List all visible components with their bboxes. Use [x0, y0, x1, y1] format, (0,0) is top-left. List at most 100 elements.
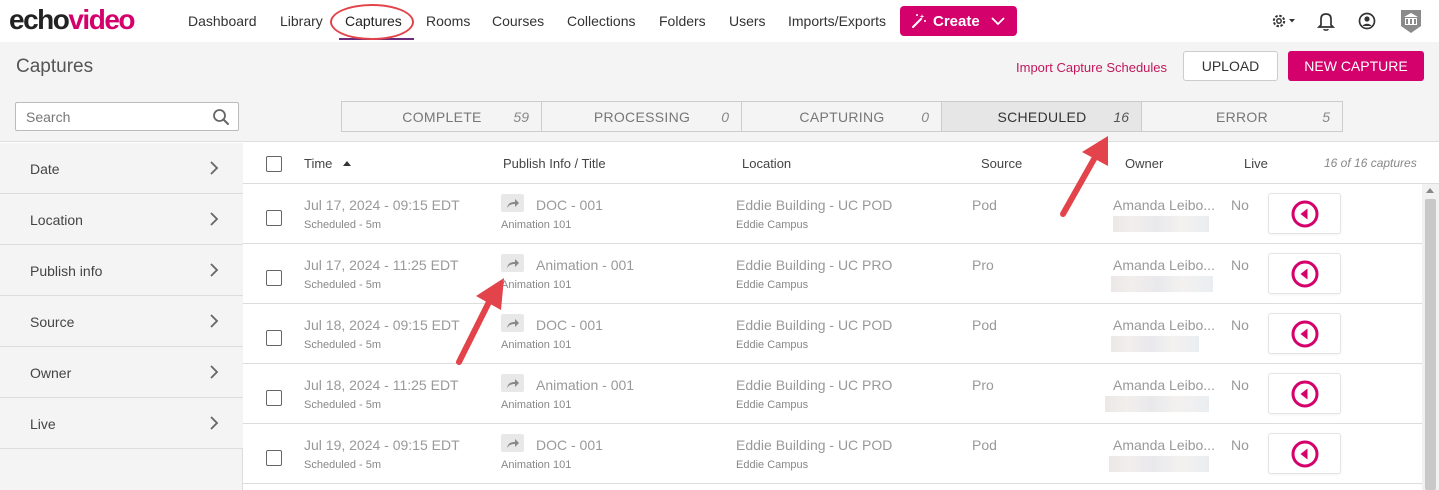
- redacted-owner-email: [1109, 456, 1209, 472]
- filter-label: Publish info: [30, 263, 103, 279]
- status-tab-complete[interactable]: COMPLETE 59: [342, 102, 542, 131]
- create-label: Create: [933, 12, 980, 30]
- filter-label: Owner: [30, 365, 72, 381]
- share-icon[interactable]: [501, 194, 524, 212]
- nav-dashboard[interactable]: Dashboard: [188, 13, 257, 29]
- capture-location: Eddie Building - UC POD: [736, 437, 893, 453]
- filter-location[interactable]: Location: [0, 194, 243, 245]
- capture-campus: Eddie Campus: [736, 459, 809, 471]
- chevron-right-icon: [210, 365, 219, 379]
- row-checkbox[interactable]: [266, 270, 282, 286]
- table-scrollbar[interactable]: [1422, 184, 1439, 490]
- chevron-right-icon: [210, 416, 219, 430]
- status-tab-scheduled[interactable]: SCHEDULED 16: [942, 102, 1142, 131]
- play-back-icon: [1291, 260, 1318, 287]
- share-icon[interactable]: [501, 374, 524, 392]
- row-checkbox[interactable]: [266, 390, 282, 406]
- filter-live[interactable]: Live: [0, 398, 243, 449]
- status-tab-label: PROCESSING: [593, 109, 691, 125]
- row-checkbox[interactable]: [266, 450, 282, 466]
- share-icon[interactable]: [501, 254, 524, 272]
- filter-sidebar: Date Location Publish info Source Owner …: [0, 143, 243, 490]
- capture-scheduled: Scheduled - 5m: [304, 459, 382, 471]
- status-tab-error[interactable]: ERROR 5: [1142, 102, 1342, 131]
- status-tab-processing[interactable]: PROCESSING 0: [542, 102, 742, 131]
- nav-users[interactable]: Users: [729, 13, 766, 29]
- capture-location: Eddie Building - UC POD: [736, 317, 893, 333]
- status-tab-capturing[interactable]: CAPTURING 0: [742, 102, 942, 131]
- column-location[interactable]: Location: [742, 156, 791, 171]
- search-input[interactable]: [26, 108, 206, 126]
- play-back-icon: [1291, 380, 1318, 407]
- table-row[interactable]: Jul 17, 2024 - 11:25 EDT Scheduled - 5m …: [243, 244, 1422, 304]
- capture-live: No: [1231, 377, 1249, 393]
- filter-date[interactable]: Date: [0, 143, 243, 194]
- status-tab-label: COMPLETE: [402, 109, 482, 125]
- live-preview-button[interactable]: [1268, 433, 1341, 474]
- status-tab-count: 16: [1113, 109, 1129, 125]
- capture-live: No: [1231, 197, 1249, 213]
- live-preview-button[interactable]: [1268, 373, 1341, 414]
- nav-rooms[interactable]: Rooms: [426, 13, 470, 29]
- nav-collections[interactable]: Collections: [567, 13, 635, 29]
- live-preview-button[interactable]: [1268, 253, 1341, 294]
- filter-bar: COMPLETE 59 PROCESSING 0 CAPTURING 0 SCH…: [0, 90, 1439, 142]
- create-button[interactable]: Create: [900, 6, 1017, 36]
- capture-campus: Eddie Campus: [736, 339, 809, 351]
- row-checkbox[interactable]: [266, 330, 282, 346]
- scrollbar-thumb[interactable]: [1425, 199, 1436, 490]
- capture-location: Eddie Building - UC POD: [736, 197, 893, 213]
- capture-scheduled: Scheduled - 5m: [304, 339, 382, 351]
- capture-title: DOC - 001: [536, 197, 603, 213]
- institution-badge-icon[interactable]: [1398, 6, 1424, 36]
- capture-owner: Amanda Leibo...: [1113, 317, 1215, 333]
- capture-live: No: [1231, 317, 1249, 333]
- upload-button[interactable]: UPLOAD: [1183, 51, 1278, 81]
- column-time-label: Time: [304, 156, 333, 171]
- nav-imports-exports[interactable]: Imports/Exports: [788, 13, 886, 29]
- capture-course: Animation 101: [501, 219, 572, 231]
- chevron-right-icon: [210, 161, 219, 175]
- live-preview-button[interactable]: [1268, 193, 1341, 234]
- filter-publish-info[interactable]: Publish info: [0, 245, 243, 296]
- capture-live: No: [1231, 257, 1249, 273]
- gear-icon[interactable]: [1270, 10, 1298, 32]
- filter-owner[interactable]: Owner: [0, 347, 243, 398]
- import-capture-schedules-link[interactable]: Import Capture Schedules: [1016, 60, 1167, 75]
- filter-label: Source: [30, 314, 75, 330]
- column-publish-info[interactable]: Publish Info / Title: [503, 156, 606, 171]
- select-all-checkbox[interactable]: [266, 156, 282, 172]
- capture-time: Jul 17, 2024 - 11:25 EDT: [304, 257, 459, 273]
- capture-source: Pod: [972, 317, 997, 333]
- table-row[interactable]: Jul 18, 2024 - 09:15 EDT Scheduled - 5m …: [243, 304, 1422, 364]
- share-icon[interactable]: [501, 314, 524, 332]
- column-owner[interactable]: Owner: [1125, 156, 1163, 171]
- user-account-icon[interactable]: [1357, 10, 1377, 32]
- table-row[interactable]: Jul 17, 2024 - 09:15 EDT Scheduled - 5m …: [243, 184, 1422, 244]
- row-checkbox[interactable]: [266, 210, 282, 226]
- scroll-up-icon[interactable]: [1426, 188, 1434, 193]
- search-icon[interactable]: [212, 108, 230, 126]
- capture-scheduled: Scheduled - 5m: [304, 219, 382, 231]
- echovideo-logo[interactable]: echovideo: [9, 5, 135, 35]
- nav-folders[interactable]: Folders: [659, 13, 706, 29]
- nav-library[interactable]: Library: [280, 13, 323, 29]
- capture-title: Animation - 001: [536, 377, 635, 393]
- chevron-down-icon: [991, 17, 1005, 26]
- status-tab-count: 0: [721, 109, 729, 125]
- table-row[interactable]: Jul 19, 2024 - 09:15 EDT Scheduled - 5m …: [243, 424, 1422, 484]
- new-capture-button[interactable]: NEW CAPTURE: [1288, 51, 1424, 81]
- capture-campus: Eddie Campus: [736, 399, 809, 411]
- column-source[interactable]: Source: [981, 156, 1022, 171]
- share-icon[interactable]: [501, 434, 524, 452]
- status-tab-count: 5: [1322, 109, 1330, 125]
- column-time[interactable]: Time: [304, 156, 352, 171]
- capture-live: No: [1231, 437, 1249, 453]
- table-row[interactable]: Jul 18, 2024 - 11:25 EDT Scheduled - 5m …: [243, 364, 1422, 424]
- nav-courses[interactable]: Courses: [492, 13, 544, 29]
- redacted-owner-email: [1113, 216, 1209, 232]
- bell-icon[interactable]: [1317, 10, 1335, 32]
- filter-source[interactable]: Source: [0, 296, 243, 347]
- live-preview-button[interactable]: [1268, 313, 1341, 354]
- column-live[interactable]: Live: [1244, 156, 1268, 171]
